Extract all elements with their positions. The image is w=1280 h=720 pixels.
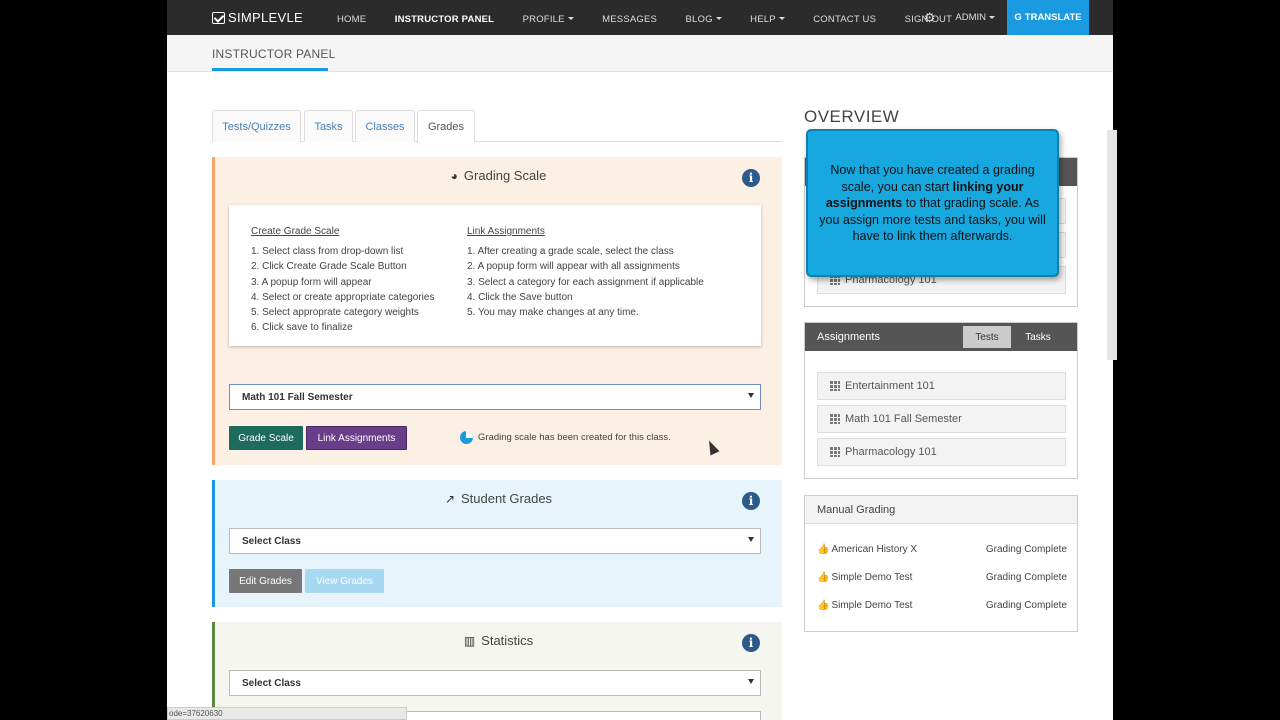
tutorial-tooltip[interactable]: Now that you have created a grading scal…: [806, 129, 1059, 277]
nav-instructor-panel[interactable]: INSTRUCTOR PANEL: [395, 14, 494, 25]
thumbs-up-icon: 👍: [817, 544, 830, 555]
dropdown-arrow-icon: [748, 393, 754, 398]
nav-admin[interactable]: ADMIN: [955, 12, 995, 23]
info-icon[interactable]: i: [742, 492, 760, 510]
pie-chart-icon: ◕: [450, 169, 458, 183]
class-select-student-grades[interactable]: Select Class: [229, 528, 761, 554]
student-grades-panel: ↗ Student Grades i Select Class Edit Grad…: [212, 480, 782, 607]
info-icon[interactable]: i: [742, 634, 760, 652]
sub-header: INSTRUCTOR PANEL: [167, 35, 1113, 72]
assignment-item[interactable]: Math 101 Fall Semester: [817, 405, 1066, 433]
tab-tasks[interactable]: Tasks: [304, 110, 353, 142]
create-step: 6. Click save to finalize: [251, 322, 353, 334]
statistics-panel: ▥ Statistics i Select Class: [212, 622, 782, 720]
edit-grades-button[interactable]: Edit Grades: [229, 569, 302, 593]
link-assignments-button[interactable]: Link Assignments: [306, 426, 407, 450]
create-heading: Create Grade Scale: [251, 226, 340, 237]
nav-right: ⚙ ADMIN G TRANSLATE: [924, 0, 1089, 35]
tab-classes[interactable]: Classes: [355, 110, 415, 142]
nav-messages[interactable]: MESSAGES: [602, 14, 657, 25]
title-underline: [212, 68, 328, 71]
manual-grading-header: Manual Grading: [805, 496, 1077, 524]
create-step: 1. Select class from drop-down list: [251, 246, 404, 258]
link-step: 3. Select a category for each assignment…: [467, 276, 704, 288]
dropdown-arrow-icon: [748, 537, 754, 542]
link-step: 4. Click the Save button: [467, 291, 573, 303]
assignment-item[interactable]: Entertainment 101: [817, 372, 1066, 400]
create-step: 5. Select approprate category weights: [251, 307, 419, 319]
link-step: 2. A popup form will appear with all ass…: [467, 261, 680, 273]
browser-status-bar: ode=37620630: [167, 707, 407, 720]
nav-blog[interactable]: BLOG: [686, 14, 722, 25]
manual-grading-box: Manual Grading 👍 American History X Gradi…: [804, 495, 1078, 632]
statistics-title: ▥ Statistics: [463, 633, 534, 648]
create-step: 4. Select or create appropriate categori…: [251, 291, 435, 303]
grading-status: Grading scale has been created for this …: [460, 431, 671, 444]
top-navbar: SIMPLEVLE HOME INSTRUCTOR PANEL PROFILE …: [167, 0, 1113, 35]
pie-chart-icon: [460, 431, 473, 444]
page-title: INSTRUCTOR PANEL: [212, 47, 336, 61]
link-step: 1. After creating a grade scale, select …: [467, 246, 674, 258]
brand-name: SIMPLEVLE: [228, 10, 303, 25]
right-edge: [1107, 0, 1280, 720]
assignments-tab-tests[interactable]: Tests: [963, 326, 1011, 348]
caret-down-icon: [989, 15, 995, 19]
class-select-grading[interactable]: Math 101 Fall Semester: [229, 384, 761, 410]
grading-scale-panel: ◕ Grading Scale i Create Grade Scale 1. S…: [212, 157, 782, 465]
tab-bar: Tests/Quizzes Tasks Classes Grades: [212, 110, 782, 143]
grid-icon: [830, 381, 840, 391]
grid-icon: [830, 414, 840, 424]
instructions-card: Create Grade Scale 1. Select class from …: [229, 205, 761, 346]
link-assignments-instructions: Link Assignments 1. After creating a gra…: [467, 224, 704, 320]
link-step: 5. You may make changes at any time.: [467, 307, 639, 319]
link-heading: Link Assignments: [467, 226, 545, 237]
manual-grading-row[interactable]: 👍 Simple Demo Test Grading Complete: [817, 600, 1067, 611]
brand-logo[interactable]: SIMPLEVLE: [167, 0, 303, 35]
grade-scale-button[interactable]: Grade Scale: [229, 426, 303, 450]
bar-chart-icon: ▥: [463, 634, 476, 648]
thumbs-up-icon: 👍: [817, 600, 830, 611]
caret-down-icon: [567, 17, 574, 21]
grading-status-text: Grading Complete: [985, 544, 1067, 555]
browser-page: SIMPLEVLE HOME INSTRUCTOR PANEL PROFILE …: [167, 0, 1113, 720]
assignments-box: Assignments Tests Tasks Entertainment 10…: [804, 322, 1078, 479]
caret-down-icon: [715, 17, 722, 21]
nav-home[interactable]: HOME: [337, 14, 366, 25]
thumbs-up-icon: 👍: [817, 572, 830, 583]
dropdown-arrow-icon: [748, 679, 754, 684]
create-step: 3. A popup form will appear: [251, 276, 372, 288]
info-icon[interactable]: i: [742, 169, 760, 187]
overview-title: OVERVIEW: [804, 107, 900, 126]
gears-icon[interactable]: ⚙: [924, 10, 936, 26]
manual-grading-row[interactable]: 👍 American History X Grading Complete: [817, 544, 1067, 555]
manual-grading-row[interactable]: 👍 Simple Demo Test Grading Complete: [817, 572, 1067, 583]
caret-down-icon: [778, 17, 785, 21]
nav-help[interactable]: HELP: [750, 14, 785, 25]
google-g-icon: G: [1014, 12, 1022, 23]
scrollbar-strip[interactable]: [1107, 130, 1117, 360]
assignment-item[interactable]: Pharmacology 101: [817, 438, 1066, 466]
line-chart-icon: ↗: [444, 492, 455, 506]
class-select-statistics[interactable]: Select Class: [229, 670, 761, 696]
grid-icon: [830, 447, 840, 457]
assignments-box-header: Assignments Tests Tasks: [805, 323, 1077, 351]
nav-contact-us[interactable]: CONTACT US: [813, 14, 876, 25]
tab-grades[interactable]: Grades: [417, 110, 475, 143]
student-grades-title: ↗ Student Grades: [444, 491, 553, 506]
translate-button[interactable]: G TRANSLATE: [1007, 0, 1089, 35]
create-grade-scale-instructions: Create Grade Scale 1. Select class from …: [251, 224, 434, 335]
assignments-tab-tasks[interactable]: Tasks: [1013, 326, 1063, 348]
create-step: 2. Click Create Grade Scale Button: [251, 261, 407, 273]
grading-status-text: Grading Complete: [985, 600, 1067, 611]
tab-tests-quizzes[interactable]: Tests/Quizzes: [212, 110, 301, 142]
nav-menu: HOME INSTRUCTOR PANEL PROFILE MESSAGES B…: [337, 9, 976, 27]
nav-profile[interactable]: PROFILE: [523, 14, 574, 25]
grading-status-text: Grading Complete: [985, 572, 1067, 583]
view-grades-button[interactable]: View Grades: [305, 569, 384, 593]
grading-scale-title: ◕ Grading Scale: [450, 168, 547, 183]
checkbox-logo-icon: [212, 11, 225, 24]
